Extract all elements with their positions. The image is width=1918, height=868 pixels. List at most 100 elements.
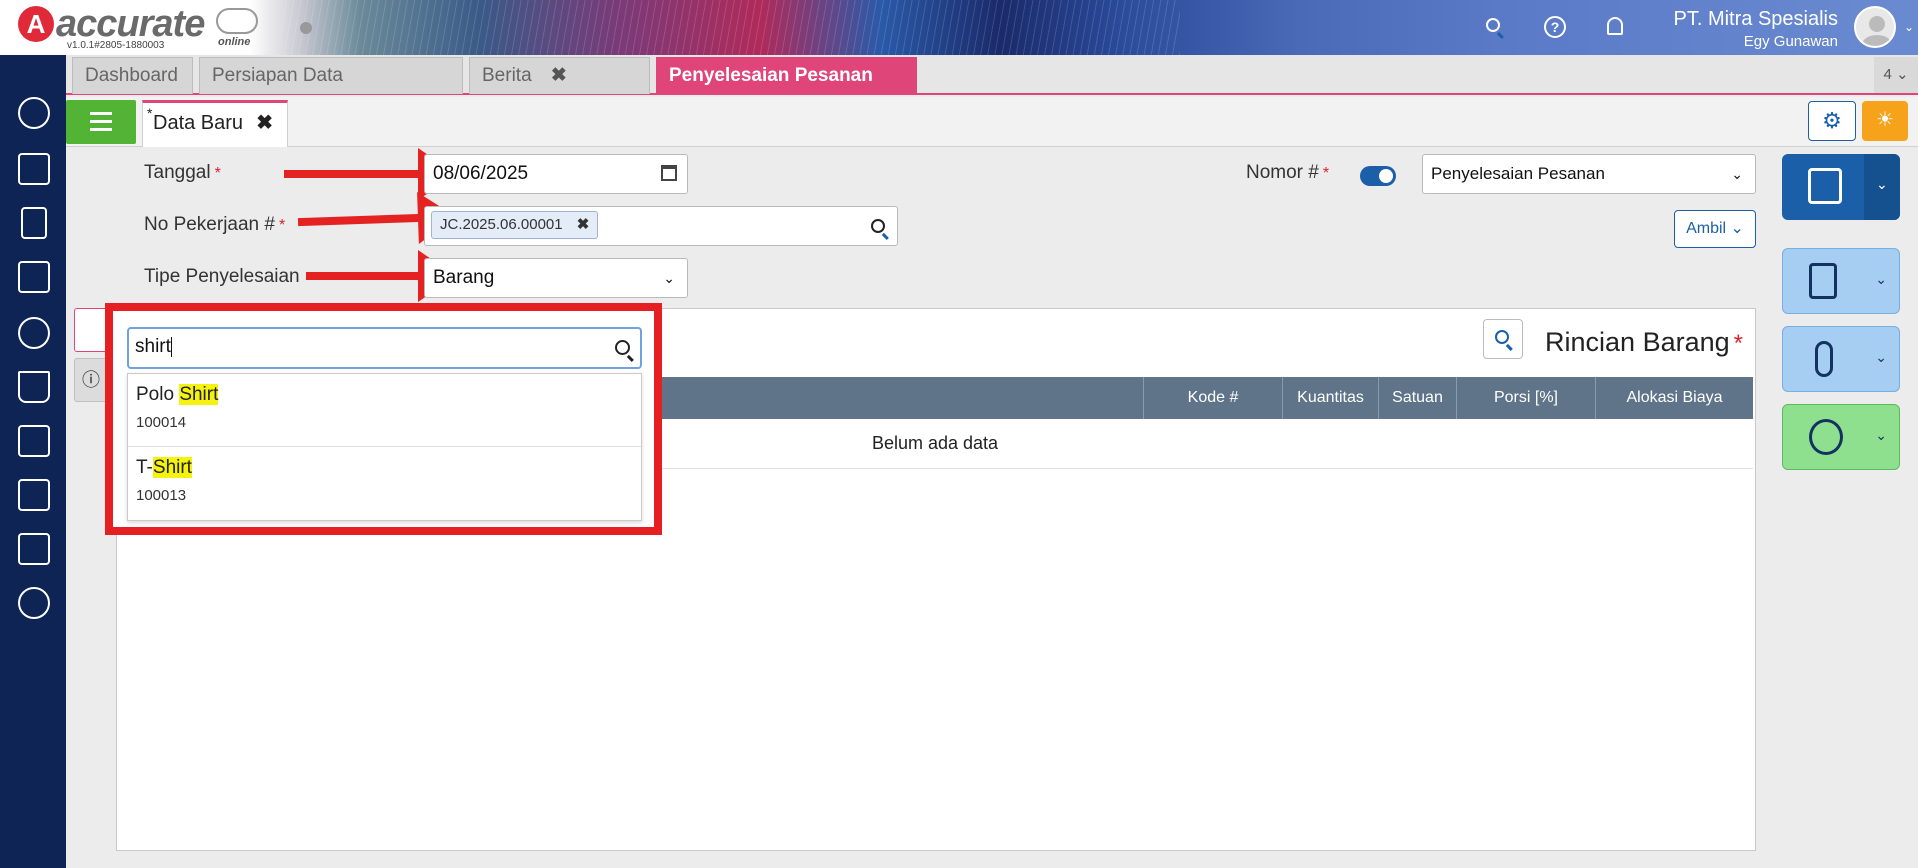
info-side-tab[interactable]: ⓘ xyxy=(74,358,108,402)
company-building-icon[interactable] xyxy=(18,153,50,185)
bell-icon[interactable] xyxy=(1602,14,1628,40)
tanggal-date-input[interactable]: 08/06/2025 xyxy=(424,154,688,194)
top-header: A accurate online v1.0.1#2805-1880003 ? … xyxy=(0,0,1918,55)
no-pekerjaan-input[interactable]: JC.2025.06.00001 ✖ xyxy=(424,206,898,246)
chevron-down-icon: ⌄ xyxy=(1875,427,1887,443)
search-icon xyxy=(1495,330,1509,344)
column-header: Kode # xyxy=(1143,377,1282,419)
search-icon[interactable] xyxy=(871,219,885,233)
column-header: Porsi [%] xyxy=(1456,377,1595,419)
column-header: Alokasi Biaya xyxy=(1595,377,1753,419)
tab-count-value: 4 xyxy=(1883,66,1892,83)
attachment-button[interactable]: ⌄ xyxy=(1782,326,1900,392)
lightbulb-button[interactable]: ☀ xyxy=(1862,101,1908,141)
tax-document-icon[interactable] xyxy=(18,533,50,565)
tab-label: Dashboard xyxy=(85,65,178,86)
modified-indicator: * xyxy=(147,105,153,121)
chevron-down-icon: ⌄ xyxy=(1876,176,1888,192)
column-header: Satuan xyxy=(1378,377,1456,419)
more-options-button[interactable]: ⌄ xyxy=(1782,404,1900,470)
annotation-arrow xyxy=(297,213,423,227)
tab-label: Penyelesaian Pesanan xyxy=(669,65,873,86)
ellipsis-icon xyxy=(1809,419,1843,455)
detail-title: Rincian Barang * xyxy=(1545,327,1743,357)
chevron-down-icon: ⌄ xyxy=(1875,349,1887,365)
no-pekerjaan-label: No Pekerjaan # * xyxy=(144,214,286,235)
nomor-auto-toggle[interactable] xyxy=(1360,166,1396,186)
detail-items-side-tab[interactable] xyxy=(74,308,108,352)
sidebar xyxy=(0,55,66,868)
help-icon[interactable]: ? xyxy=(1542,14,1568,40)
close-icon[interactable]: ✖ xyxy=(256,103,273,143)
annotation-highlight-box: shirt Polo Shirt 100014 T-Shirt 100013 xyxy=(105,303,662,535)
annotation-arrow xyxy=(284,148,456,200)
nomor-label: Nomor # * xyxy=(1246,162,1330,183)
item-search-value: shirt xyxy=(135,336,171,357)
settings-gear-icon[interactable] xyxy=(18,97,50,129)
ledger-book-icon[interactable] xyxy=(21,207,47,239)
document-tab-bar: * Data Baru ✖ ⚙ ☀ xyxy=(66,97,1918,147)
annotation-arrow xyxy=(306,250,456,302)
list-item[interactable]: Polo Shirt 100014 xyxy=(128,374,641,447)
tanggal-value: 08/06/2025 xyxy=(433,163,529,184)
report-chart-icon[interactable] xyxy=(18,587,50,619)
list-view-button[interactable] xyxy=(66,100,136,144)
item-code: 100014 xyxy=(136,414,187,431)
status-dot-icon xyxy=(300,22,312,34)
tab-persiapan-data[interactable]: Persiapan Data Perusahaan xyxy=(199,57,463,122)
ambil-label: Ambil xyxy=(1686,220,1727,237)
company-name: PT. Mitra Spesialis xyxy=(1673,8,1839,30)
shopping-cart-icon[interactable] xyxy=(18,371,50,403)
tab-label: Berita xyxy=(482,65,532,86)
tab-penyelesaian-pesanan[interactable]: Penyelesaian Pesanan ✖ xyxy=(656,57,917,122)
job-tag-label: JC.2025.06.00001 xyxy=(440,216,563,233)
close-icon[interactable]: ✖ xyxy=(551,65,567,86)
tab-berita[interactable]: Berita ✖ xyxy=(469,57,650,94)
tab-data-baru[interactable]: * Data Baru ✖ xyxy=(142,100,288,147)
warehouse-icon[interactable] xyxy=(18,479,50,511)
nomor-type-select[interactable]: Penyelesaian Pesanan ⌄ xyxy=(1422,154,1756,194)
tanggal-label: Tanggal * xyxy=(144,162,221,183)
list-item[interactable]: T-Shirt 100013 xyxy=(128,447,641,520)
selected-job-tag[interactable]: JC.2025.06.00001 ✖ xyxy=(431,211,599,239)
user-name: Egy Gunawan xyxy=(1743,33,1838,50)
settings-button[interactable]: ⚙ xyxy=(1808,101,1856,141)
cloud-icon xyxy=(216,8,258,34)
document-button[interactable]: ⌄ xyxy=(1782,248,1900,314)
search-icon[interactable] xyxy=(615,340,630,355)
logo-subtext: online xyxy=(218,36,251,48)
avatar[interactable] xyxy=(1854,6,1896,48)
save-disk-icon xyxy=(1808,168,1842,204)
company-info[interactable]: PT. Mitra Spesialis Egy Gunawan xyxy=(1674,8,1839,50)
item-name: Polo Shirt xyxy=(136,384,219,405)
version-label: v1.0.1#2805-1880003 xyxy=(67,40,165,51)
nomor-value: Penyelesaian Pesanan xyxy=(1431,164,1605,183)
tipe-penyelesaian-select[interactable]: Barang ⌄ xyxy=(424,258,688,298)
tab-count-dropdown[interactable]: 4 ⌄ xyxy=(1874,57,1918,93)
item-name: T-Shirt xyxy=(136,457,192,478)
detail-search-button[interactable] xyxy=(1483,319,1523,359)
module-tab-bar: Dashboard Persiapan Data Perusahaan Beri… xyxy=(66,55,1918,122)
calendar-icon[interactable] xyxy=(661,165,677,181)
save-button[interactable]: ⌄ xyxy=(1782,154,1900,220)
chevron-down-icon: ⌄ xyxy=(663,270,675,286)
item-search-input[interactable]: shirt xyxy=(127,327,642,369)
tab-dashboard[interactable]: Dashboard xyxy=(72,57,193,94)
search-icon[interactable] xyxy=(1482,14,1508,40)
logo-text: accurate xyxy=(56,3,205,45)
tipe-value: Barang xyxy=(433,267,495,288)
accurate-logo[interactable]: A accurate online xyxy=(18,3,258,48)
ambil-button[interactable]: Ambil ⌄ xyxy=(1674,210,1756,248)
tipe-penyelesaian-label: Tipe Penyelesaian xyxy=(144,266,300,287)
chevron-down-icon[interactable]: ⌄ xyxy=(1904,20,1914,34)
save-options-dropdown[interactable]: ⌄ xyxy=(1864,154,1900,220)
close-icon[interactable]: ✖ xyxy=(577,216,590,233)
paperclip-icon xyxy=(1815,341,1833,377)
money-bag-icon[interactable] xyxy=(18,317,50,349)
logo-mark-icon: A xyxy=(18,6,54,42)
bank-icon[interactable] xyxy=(18,261,50,293)
chevron-down-icon: ⌄ xyxy=(1731,166,1743,182)
column-header: Kuantitas xyxy=(1282,377,1378,419)
sales-cart-icon[interactable] xyxy=(18,425,50,457)
document-icon xyxy=(1809,263,1837,299)
